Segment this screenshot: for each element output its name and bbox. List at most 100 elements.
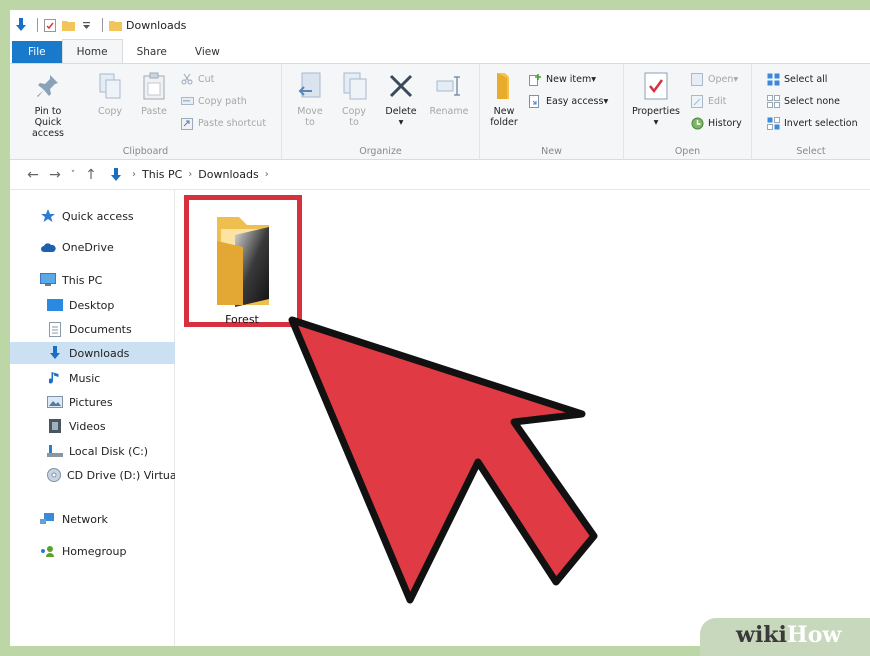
- sidebar-item-label: Network: [62, 512, 108, 526]
- cd-disc-icon: [47, 467, 61, 483]
- invert-selection-button[interactable]: Invert selection: [766, 114, 858, 132]
- history-icon: [690, 116, 704, 130]
- sidebar-item-documents[interactable]: Documents: [10, 318, 175, 340]
- download-arrow-icon[interactable]: [14, 18, 28, 32]
- ribbon-tabs: File Home Share View: [10, 39, 870, 64]
- star-icon: [40, 208, 56, 224]
- sidebar-item-label: Local Disk (C:): [69, 444, 149, 458]
- pin-to-quick-access-button[interactable]: Pin to Quick access: [20, 70, 76, 139]
- select-none-button[interactable]: Select none: [766, 92, 840, 110]
- edit-button[interactable]: Edit: [690, 92, 726, 110]
- sidebar-item-desktop[interactable]: Desktop: [10, 294, 175, 316]
- sidebar-item-downloads[interactable]: Downloads: [10, 342, 175, 364]
- film-icon: [47, 418, 63, 434]
- history-button[interactable]: History: [690, 114, 742, 132]
- delete-label: Delete: [385, 106, 417, 117]
- open-label: Open: [708, 73, 734, 85]
- customize-dropdown-icon[interactable]: [79, 18, 93, 32]
- new-group-label: New: [541, 146, 562, 157]
- new-item-label: New item: [546, 73, 592, 85]
- easy-access-label: Easy access: [546, 95, 604, 107]
- tab-home[interactable]: Home: [61, 39, 123, 63]
- new-folder-icon: [488, 70, 520, 102]
- breadcrumb[interactable]: › This PC › Downloads ›: [108, 167, 275, 183]
- back-arrow-icon[interactable]: ←: [22, 164, 44, 186]
- sidebar-item-label: Documents: [69, 322, 132, 336]
- sidebar-item-music[interactable]: Music: [10, 367, 175, 389]
- rename-button[interactable]: Rename: [426, 70, 472, 117]
- new-item-icon: [528, 72, 542, 86]
- select-none-label: Select none: [784, 95, 841, 107]
- breadcrumb-separator-icon: ›: [264, 169, 269, 180]
- watermark-part-1: wiki: [736, 622, 787, 648]
- delete-button[interactable]: Delete ▾: [380, 70, 422, 128]
- tab-share[interactable]: Share: [123, 41, 181, 63]
- copy-path-label: Copy path: [198, 95, 247, 107]
- sidebar-item-homegroup[interactable]: Homegroup: [10, 540, 175, 562]
- sidebar-item-label: Downloads: [69, 346, 130, 360]
- sidebar-item-pictures[interactable]: Pictures: [10, 391, 175, 413]
- sidebar-item-videos[interactable]: Videos: [10, 415, 175, 437]
- open-icon: [690, 72, 704, 86]
- new-folder-button[interactable]: New folder: [486, 70, 522, 128]
- new-folder-label-1: New: [493, 106, 515, 117]
- select-all-button[interactable]: Select all: [766, 70, 827, 88]
- properties-dropdown-icon: ▾: [653, 117, 659, 128]
- breadcrumb-separator-icon: ›: [132, 169, 136, 180]
- sidebar-item-onedrive[interactable]: OneDrive: [10, 236, 175, 258]
- copy-button[interactable]: Copy: [90, 70, 130, 117]
- navigation-pane: Quick access OneDrive This PC Desktop Do…: [10, 190, 175, 646]
- paste-shortcut-button[interactable]: Paste shortcut: [180, 114, 266, 132]
- file-name-forest: Forest: [225, 313, 259, 326]
- pin-icon: [32, 70, 64, 102]
- copy-path-button[interactable]: Copy path: [180, 92, 247, 110]
- toolbar-divider: [102, 18, 103, 32]
- properties-button[interactable]: Properties ▾: [628, 70, 684, 128]
- easy-access-button[interactable]: Easy access ▾: [528, 92, 608, 110]
- pin-label-2: access: [31, 128, 64, 139]
- copy-to-label-1: Copy: [341, 106, 367, 117]
- paste-button[interactable]: Paste: [134, 70, 174, 117]
- breadcrumb-downloads[interactable]: Downloads: [198, 168, 258, 181]
- tab-view[interactable]: View: [181, 41, 234, 63]
- new-item-button[interactable]: New item ▾: [528, 70, 596, 88]
- scissors-icon: [180, 72, 194, 86]
- copy-to-label-2: to: [349, 117, 359, 128]
- cut-button[interactable]: Cut: [180, 70, 214, 88]
- sidebar-item-label: OneDrive: [62, 240, 114, 254]
- clipboard-group: Pin to Quick access Copy Paste Cut Copy …: [10, 64, 282, 160]
- open-button[interactable]: Open ▾: [690, 70, 738, 88]
- breadcrumb-this-pc[interactable]: This PC: [142, 168, 182, 181]
- up-arrow-icon[interactable]: ↑: [80, 164, 102, 186]
- copy-to-button[interactable]: Copy to: [334, 70, 374, 128]
- music-note-icon: [47, 370, 63, 386]
- invert-selection-label: Invert selection: [784, 117, 858, 129]
- sidebar-item-cd-drive[interactable]: CD Drive (D:) Virtua: [10, 464, 175, 486]
- file-list: Forest: [176, 190, 870, 646]
- sidebar-item-quick-access[interactable]: Quick access: [10, 205, 175, 227]
- cut-label: Cut: [198, 73, 215, 85]
- new-item-dropdown-icon: ▾: [591, 73, 596, 85]
- organize-group-label: Organize: [359, 146, 402, 157]
- file-explorer-window: Downloads File Home Share View Pin to Qu…: [10, 10, 870, 646]
- file-item-forest[interactable]: Forest: [186, 197, 298, 327]
- tab-file[interactable]: File: [12, 41, 62, 63]
- copy-path-icon: [180, 94, 194, 108]
- select-all-icon: [766, 72, 780, 86]
- network-icon: [40, 511, 56, 527]
- forward-arrow-icon[interactable]: →: [44, 164, 66, 186]
- properties-check-icon[interactable]: [43, 18, 57, 32]
- history-label: History: [708, 117, 742, 129]
- sidebar-item-label: Desktop: [69, 298, 115, 312]
- easy-access-dropdown-icon: ▾: [603, 95, 609, 107]
- move-to-button[interactable]: Move to: [290, 70, 330, 128]
- sidebar-item-network[interactable]: Network: [10, 508, 175, 530]
- address-bar: ← → ˅ ↑ › This PC › Downloads ›: [10, 160, 870, 190]
- new-folder-quick-icon[interactable]: [61, 18, 75, 32]
- recent-locations-chevron-icon[interactable]: ˅: [66, 164, 80, 186]
- properties-label: Properties: [631, 106, 680, 117]
- select-none-icon: [766, 94, 780, 108]
- move-to-icon: [294, 70, 326, 102]
- sidebar-item-this-pc[interactable]: This PC: [10, 269, 175, 291]
- sidebar-item-local-disk[interactable]: Local Disk (C:): [10, 440, 175, 462]
